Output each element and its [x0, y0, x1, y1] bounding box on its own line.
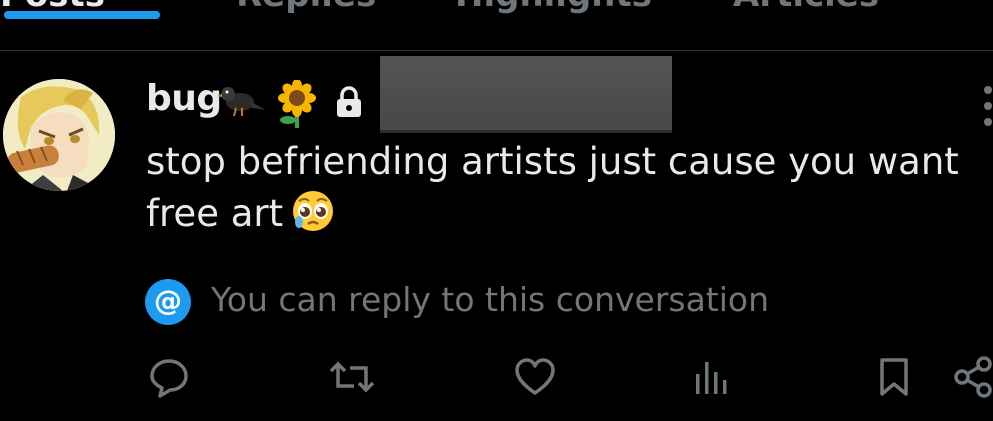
share-button[interactable] — [952, 356, 992, 402]
active-tab-indicator — [4, 11, 160, 19]
views-button[interactable] — [692, 356, 732, 402]
sunflower-emoji-icon — [276, 79, 318, 134]
reply-icon — [150, 359, 188, 398]
tabs-divider — [0, 50, 993, 51]
profile-tabs: Posts Replies Highlights Articles — [0, 0, 993, 50]
reply-permission-text: You can reply to this conversation — [211, 280, 770, 319]
post-text-line-1: stop befriending artists just cause you … — [146, 140, 959, 183]
avatar[interactable] — [3, 79, 115, 191]
post-text-line-2: free art — [146, 192, 284, 235]
mention-icon: @ — [145, 279, 191, 325]
reply-button[interactable] — [148, 356, 190, 402]
tab-highlights[interactable]: Highlights — [455, 0, 652, 20]
repost-button[interactable] — [328, 356, 376, 402]
lock-icon — [334, 86, 364, 122]
repost-icon — [329, 361, 375, 393]
bookmark-icon — [880, 358, 908, 396]
post-screen: Posts Replies Highlights Articles bug — [0, 0, 993, 421]
like-icon — [515, 358, 555, 395]
like-button[interactable] — [514, 356, 556, 402]
more-options-icon[interactable] — [982, 86, 993, 130]
crow-emoji-icon — [216, 80, 268, 124]
post-text: stop befriending artists just cause you … — [146, 136, 986, 247]
tab-replies[interactable]: Replies — [236, 0, 376, 20]
share-icon — [954, 356, 992, 398]
bookmark-button[interactable] — [876, 356, 912, 402]
pleading-face-emoji-icon — [291, 189, 335, 247]
author-name[interactable]: bug — [146, 78, 222, 119]
views-icon — [696, 362, 727, 394]
redacted-block — [380, 56, 672, 133]
tab-articles[interactable]: Articles — [733, 0, 879, 20]
